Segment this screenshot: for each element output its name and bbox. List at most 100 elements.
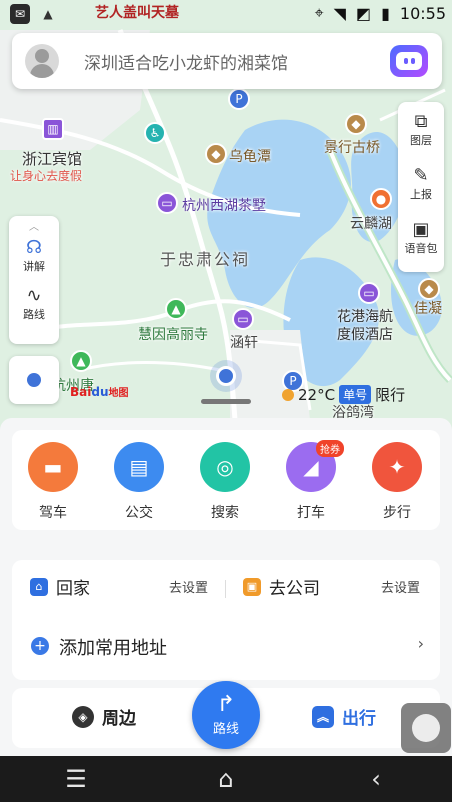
voice-pack-label: 语音包 [404, 242, 438, 255]
toilet-icon[interactable]: ♿ [144, 122, 166, 144]
report-icon: ✎ [413, 165, 429, 186]
chevron-right-icon: › [417, 634, 424, 653]
quick-action-label: 驾车 [39, 505, 67, 521]
scenic-spot-icon[interactable]: ◆ [345, 113, 367, 135]
route-icon: ∿ [26, 285, 42, 306]
map-label-yu-qian-temple[interactable]: 于忠肃公祠 [160, 246, 250, 270]
add-icon: + [31, 637, 49, 655]
temperature: 22°C [298, 385, 336, 404]
scenic-spot-icon[interactable]: ◆ [205, 143, 227, 165]
status-time: 10:55 [399, 3, 446, 23]
collapse-caret-icon[interactable]: ︿ [9, 218, 59, 233]
map-label-yunqi[interactable]: 云麟湖 [350, 213, 392, 233]
logo-text-du: du [91, 385, 109, 399]
hotel-building-icon[interactable]: ▥ [42, 118, 64, 140]
left-tool-column: ︿ ☊ 讲解 ∿ 路线 [9, 216, 59, 344]
home-set-button[interactable]: 去设置 [169, 577, 208, 596]
car-icon: ▬ [28, 442, 78, 492]
tab-travel[interactable]: ︽ 出行 [312, 704, 376, 729]
voice-assistant-button[interactable] [390, 45, 428, 77]
route-tool-label: 路线 [23, 308, 45, 321]
logo-text-map: 地图 [108, 388, 129, 399]
map-label-hanxuan[interactable]: 涵轩 [230, 332, 258, 352]
quick-action-label: 搜索 [211, 505, 239, 521]
map-label-zhejiang-hotel[interactable]: 浙江宾馆 [22, 148, 82, 169]
map-tool-column: ⧉ 图层 ✎ 上报 ▣ 语音包 [398, 102, 444, 272]
quick-action-taxi[interactable]: ◢ 抢券 打车 [276, 440, 346, 522]
search-bar[interactable]: 深圳适合吃小龙虾的湘菜馆 [12, 33, 442, 89]
avatar[interactable] [25, 44, 59, 78]
compass-button[interactable] [9, 356, 59, 404]
hotel-icon[interactable]: ▭ [358, 282, 380, 304]
menu-icon[interactable]: ☰ [56, 764, 96, 794]
compass-icon [27, 373, 41, 387]
company-address[interactable]: ▣ 去公司 [243, 574, 320, 599]
restriction-text: 限行 [375, 386, 406, 404]
company-label: 去公司 [269, 579, 320, 599]
home-icon: ⌂ [30, 577, 48, 596]
screen: P ♿ ▥ ◆ ◆ ▭ ● ▲ ▭ ▭ ◆ ▲ P 浙江宾馆 让身心去度假 乌龟… [0, 0, 452, 802]
weather-restriction-widget[interactable]: 22°C 单号 限行 [282, 384, 405, 405]
coupon-tag: 抢券 [316, 440, 344, 457]
assistive-touch-icon [412, 714, 440, 742]
parking-icon[interactable]: P [228, 88, 250, 110]
add-common-address-label: 添加常用地址 [59, 638, 167, 659]
quick-action-drive[interactable]: ▬ 驾车 [18, 442, 88, 522]
layers-button[interactable]: ⧉ 图层 [398, 112, 444, 148]
no-signal-icon: ◩ [355, 3, 372, 23]
map-label-wuguitan[interactable]: 乌龟潭 [229, 146, 271, 166]
map-label-huiyin-temple[interactable]: 慧因高丽寺 [138, 324, 208, 344]
temple-icon[interactable]: ▲ [165, 298, 187, 320]
android-icon: ▲ [43, 7, 53, 21]
route-button[interactable]: ↱ 路线 [192, 681, 260, 749]
voice-pack-icon: ▣ [412, 219, 430, 240]
sheet-drag-handle[interactable] [201, 399, 251, 404]
status-title: 艺人盖叫天墓 [95, 5, 179, 21]
map-label-huagang-hotel-2[interactable]: 度假酒店 [337, 324, 393, 344]
message-icon: ✉ [10, 4, 30, 24]
hotel-icon[interactable]: ▭ [232, 308, 254, 330]
plate-restriction-badge: 单号 [339, 385, 372, 404]
baidu-map-logo: Baidu地图 [70, 384, 129, 399]
bus-icon: ▤ [114, 442, 164, 492]
compass-icon: ◈ [72, 705, 94, 728]
map-label-zhejiang-hotel-sub: 让身心去度假 [10, 169, 83, 183]
quick-action-label: 公交 [125, 505, 153, 521]
guide-label: 讲解 [23, 260, 45, 273]
travel-icon: ︽ [312, 705, 334, 728]
quick-action-walk[interactable]: ✦ 步行 [362, 442, 432, 522]
search-icon: ◎ [200, 442, 250, 492]
headphones-icon: ☊ [26, 237, 42, 258]
hotel-icon[interactable]: ▭ [156, 192, 178, 214]
quick-action-search[interactable]: ◎ 搜索 [190, 442, 260, 522]
tab-travel-label: 出行 [342, 709, 376, 729]
floating-assist-button[interactable] [401, 703, 451, 753]
back-icon[interactable]: ‹ [356, 764, 396, 794]
briefcase-icon: ▣ [243, 577, 261, 596]
scenic-spot-icon[interactable]: ◆ [418, 278, 440, 300]
restaurant-icon[interactable]: ● [370, 188, 392, 210]
search-input[interactable]: 深圳适合吃小龙虾的湘菜馆 [84, 49, 288, 74]
map-label-jiaxing[interactable]: 佳凝 [414, 298, 442, 318]
common-address-card: ⌂ 回家 去设置 ▣ 去公司 去设置 + 添加常用地址 › [12, 560, 440, 680]
status-bar: ✉ ▲ 艺人盖叫天墓 ⌖ ◥ ◩ ▮ 10:55 [0, 0, 452, 28]
quick-action-bus[interactable]: ▤ 公交 [104, 442, 174, 522]
my-location-marker [216, 366, 236, 386]
voice-pack-button[interactable]: ▣ 语音包 [398, 220, 444, 256]
company-set-button[interactable]: 去设置 [381, 577, 420, 596]
report-button[interactable]: ✎ 上报 [398, 166, 444, 202]
park-icon[interactable]: ▲ [70, 350, 92, 372]
location-icon: ⌖ [314, 3, 324, 22]
add-common-address[interactable]: + 添加常用地址 › [12, 632, 440, 664]
route-tool-button[interactable]: ∿ 路线 [9, 286, 59, 322]
guide-button[interactable]: ☊ 讲解 [9, 238, 59, 274]
system-nav-bar: ☰ ⌂ ‹ [0, 756, 452, 802]
wifi-icon: ◥ [333, 3, 346, 23]
layers-label: 图层 [410, 134, 432, 147]
map-label-huagang-hotel-1[interactable]: 花港海航 [337, 306, 393, 326]
tab-nearby[interactable]: ◈ 周边 [72, 704, 136, 729]
map-label-west-lake-villa[interactable]: 杭州西湖茶墅 [182, 195, 266, 215]
map-label-jingxing-bridge[interactable]: 景行古桥 [324, 137, 380, 157]
home-nav-icon[interactable]: ⌂ [206, 764, 246, 794]
home-address[interactable]: ⌂ 回家 [30, 574, 90, 599]
